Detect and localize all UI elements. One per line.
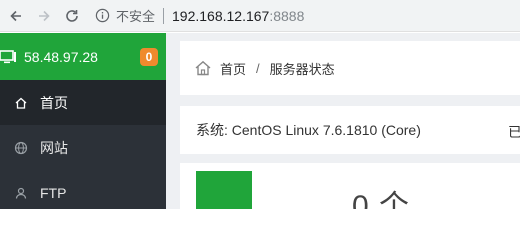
- info-icon[interactable]: [94, 8, 110, 24]
- sidebar-item-label: 网站: [40, 139, 68, 156]
- system-info-bar: 系统: CentOS Linux 7.6.1810 (Core) 已: [180, 106, 520, 154]
- sidebar-item-website[interactable]: 网站: [0, 125, 166, 170]
- sidebar-item-home[interactable]: 首页: [0, 80, 166, 125]
- reload-button[interactable]: [60, 4, 84, 28]
- notification-badge[interactable]: 0: [140, 48, 158, 66]
- uptime-label: 已: [508, 124, 520, 140]
- globe-icon: [14, 141, 28, 155]
- sidebar-item-label: 首页: [40, 94, 68, 111]
- url-port: :8888: [269, 7, 305, 24]
- card-value: 0 个: [352, 190, 411, 209]
- arrow-right-icon: [39, 10, 50, 21]
- server-header[interactable]: 58.48.97.28 0: [0, 33, 166, 80]
- forward-button[interactable]: [32, 4, 56, 28]
- back-button[interactable]: [4, 4, 28, 28]
- status-card: 0 个: [180, 163, 520, 209]
- main-content: 首页 / 服务器状态 系统: CentOS Linux 7.6.1810 (Co…: [166, 33, 520, 209]
- breadcrumb-separator: /: [256, 60, 260, 76]
- reload-icon: [66, 9, 78, 22]
- arrow-left-icon: [10, 10, 21, 21]
- home-icon: [14, 96, 28, 110]
- sidebar-item-label: FTP: [40, 184, 67, 201]
- insecure-label: 不安全: [116, 9, 156, 24]
- breadcrumb: 首页 / 服务器状态: [180, 41, 520, 95]
- url-divider: [163, 7, 165, 24]
- sidebar: 58.48.97.28 0 首页 网站 FTP: [0, 33, 166, 209]
- url-host: 192.168.12.167: [172, 7, 270, 24]
- browser-toolbar: 不安全 192.168.12.167 :8888: [0, 0, 520, 32]
- breadcrumb-current: 服务器状态: [269, 61, 335, 77]
- server-icon: [0, 47, 18, 67]
- home-icon[interactable]: [194, 59, 212, 77]
- system-label: 系统: CentOS Linux 7.6.1810 (Core): [196, 122, 421, 138]
- address-bar[interactable]: 不安全 192.168.12.167 :8888: [94, 4, 304, 28]
- server-ip: 58.48.97.28: [24, 48, 98, 65]
- ftp-icon: [14, 186, 28, 200]
- card-accent: [196, 171, 252, 209]
- breadcrumb-home[interactable]: 首页: [220, 59, 246, 78]
- sidebar-item-ftp[interactable]: FTP: [0, 170, 166, 215]
